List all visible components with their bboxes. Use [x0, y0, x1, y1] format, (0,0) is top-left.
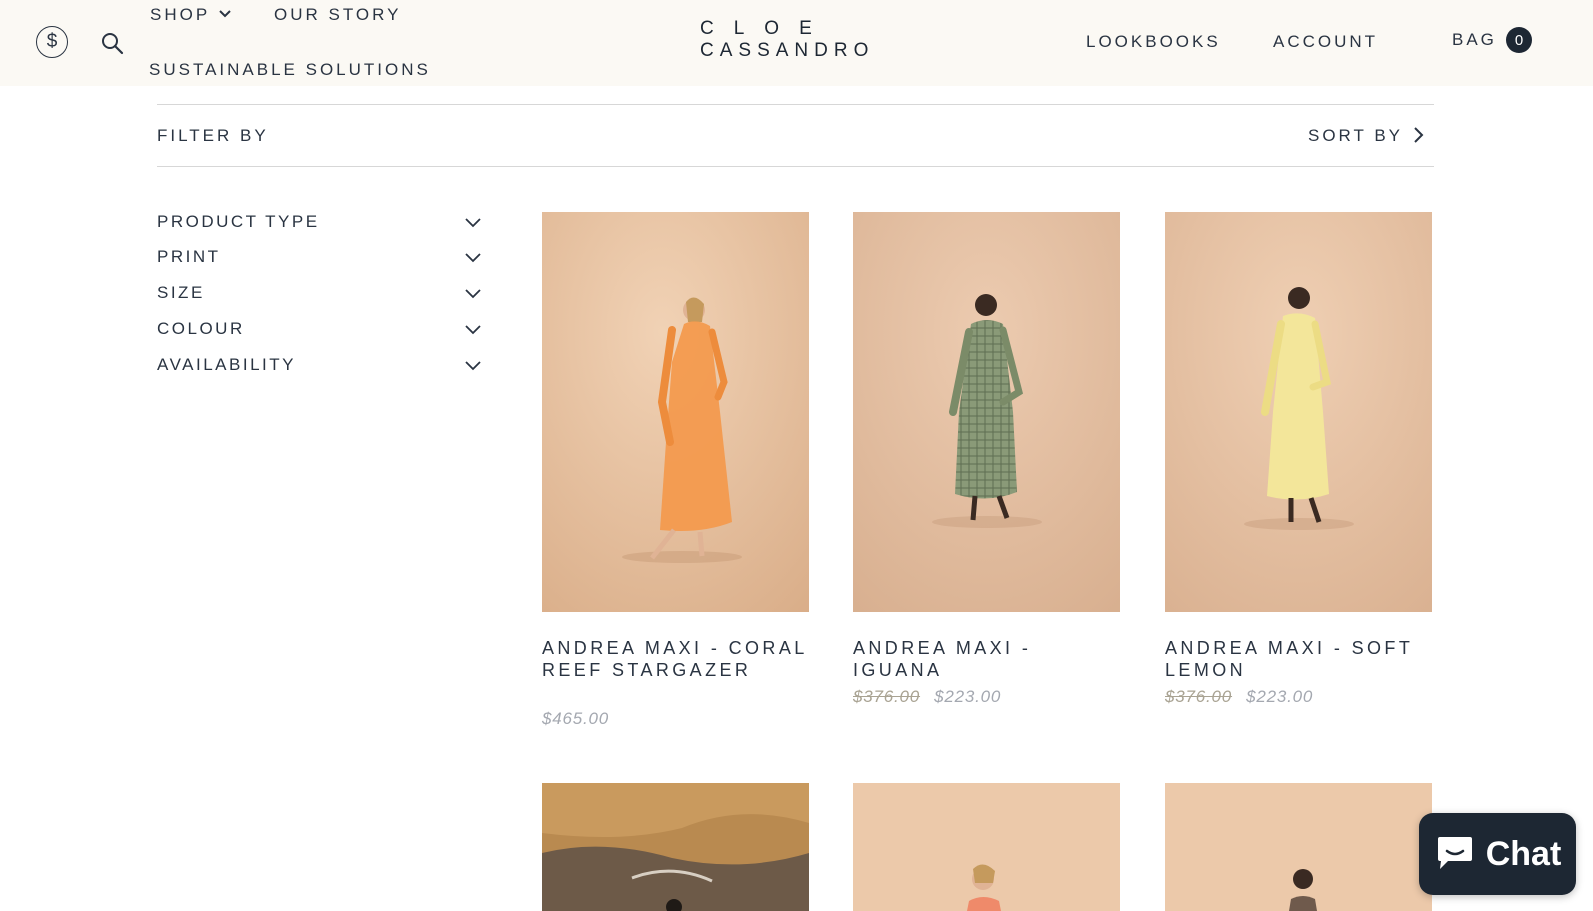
filter-colour[interactable]: COLOUR: [157, 319, 482, 343]
price-row: $376.00 $223.00: [1165, 687, 1313, 707]
product-price-original: $376.00: [853, 687, 921, 706]
product-image[interactable]: [542, 783, 809, 911]
chevron-down-icon: [465, 325, 481, 335]
product-price: $223.00: [934, 687, 1002, 706]
filter-label: SIZE: [157, 283, 205, 302]
filter-product-type[interactable]: PRODUCT TYPE: [157, 212, 482, 236]
search-icon[interactable]: [100, 31, 124, 55]
chevron-down-icon: [465, 253, 481, 263]
product-price-original: $376.00: [1165, 687, 1233, 706]
product-card[interactable]: ANDREA MAXI - IGUANA $376.00 $223.00: [853, 212, 1120, 712]
bag-count-badge[interactable]: 0: [1506, 27, 1532, 53]
product-image[interactable]: [853, 212, 1120, 612]
nav-our-story[interactable]: OUR STORY: [274, 5, 401, 25]
product-title[interactable]: ANDREA MAXI - SOFT LEMON: [1165, 637, 1432, 681]
filter-by-label[interactable]: FILTER BY: [157, 126, 269, 146]
chevron-right-icon[interactable]: [1412, 126, 1424, 144]
filter-label: COLOUR: [157, 319, 245, 338]
filter-label: PRINT: [157, 247, 221, 266]
product-image[interactable]: [1165, 783, 1432, 911]
filter-label: PRODUCT TYPE: [157, 212, 320, 231]
sort-by-button[interactable]: SORT BY: [1308, 126, 1403, 146]
price-row: $376.00 $223.00: [853, 687, 1001, 707]
product-card[interactable]: ANDREA MAXI - CORAL REEF STARGAZER $465.…: [542, 212, 809, 732]
price-row: $465.00: [542, 709, 609, 729]
filter-size[interactable]: SIZE: [157, 283, 482, 307]
chat-label: Chat: [1485, 834, 1562, 873]
product-image[interactable]: [1165, 212, 1432, 612]
filter-availability[interactable]: AVAILABILITY: [157, 355, 482, 379]
product-title[interactable]: ANDREA MAXI - CORAL REEF STARGAZER: [542, 637, 809, 681]
chevron-down-icon: [465, 289, 481, 299]
product-price: $465.00: [542, 709, 610, 728]
filter-print[interactable]: PRINT: [157, 247, 482, 271]
divider-bottom: [157, 166, 1434, 167]
product-image[interactable]: [542, 212, 809, 612]
product-title[interactable]: ANDREA MAXI - IGUANA: [853, 637, 1120, 681]
nav-lookbooks[interactable]: LOOKBOOKS: [1086, 32, 1221, 52]
chat-bubble-icon: [1437, 837, 1472, 869]
nav-bag[interactable]: BAG: [1452, 30, 1497, 50]
chat-button[interactable]: Chat: [1419, 813, 1576, 895]
nav-sustainable-solutions[interactable]: SUSTAINABLE SOLUTIONS: [149, 60, 431, 80]
nav-shop[interactable]: SHOP: [150, 5, 210, 25]
nav-account[interactable]: ACCOUNT: [1273, 32, 1378, 52]
product-image[interactable]: [853, 783, 1120, 911]
product-card[interactable]: ANDREA MAXI - SOFT LEMON $376.00 $223.00: [1165, 212, 1432, 712]
chevron-down-icon: [465, 218, 481, 228]
logo-line-1: CLOE: [700, 18, 832, 39]
filter-label: AVAILABILITY: [157, 355, 296, 374]
chevron-down-icon[interactable]: [218, 8, 232, 20]
brand-logo[interactable]: CLOE CASSANDRO: [700, 18, 880, 62]
dollar-icon[interactable]: $: [36, 26, 68, 58]
logo-line-2: CASSANDRO: [700, 40, 875, 61]
chevron-down-icon: [465, 361, 481, 371]
product-price: $223.00: [1246, 687, 1314, 706]
divider-top: [157, 104, 1434, 105]
site-header: $ SHOP OUR STORY SUSTAINABLE SOLUTIONS C…: [0, 0, 1593, 86]
